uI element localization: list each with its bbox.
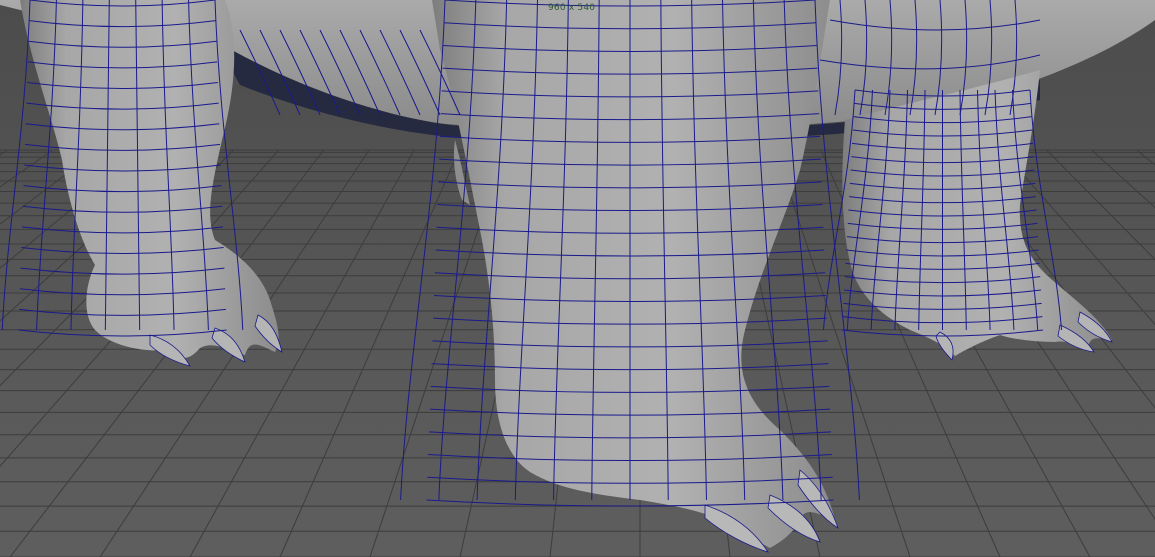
resolution-gate-label: 960 x 540 [548, 3, 596, 13]
right-leg [842, 70, 1112, 356]
3d-viewport[interactable]: 960 x 540 [0, 0, 1155, 557]
viewport-scene [0, 0, 1155, 557]
front-leg [432, 0, 835, 548]
